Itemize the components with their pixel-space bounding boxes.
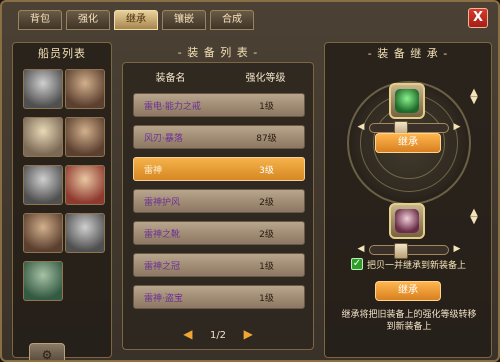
target-equip-slot[interactable]	[389, 203, 425, 239]
equipment-header: 装备名 强化等级	[123, 69, 313, 87]
equipment-col-name: 装备名	[155, 73, 186, 84]
equipment-name: 风刃·暴落	[144, 133, 183, 144]
inherit-panel: - 装 备 继 承 - ▲ ▼ ◀ ▶ 继承 ▲ ▼ ◀ ▶ ✓ 把贝一并继承到…	[324, 42, 492, 358]
crew-portrait[interactable]	[23, 69, 63, 109]
window: 背包 强化 继承 镶嵌 合成 X 船员列表 ⚙ - 装 备 列 表 - 装备名 …	[0, 0, 500, 362]
inherit-checkbox-row[interactable]: ✓ 把贝一并继承到新装备上	[351, 257, 466, 271]
down-arrow-icon[interactable]: ▼	[469, 216, 479, 226]
target-equip-icon	[395, 209, 419, 233]
equipment-name: 雷神	[144, 165, 163, 176]
equipment-panel: - 装 备 列 表 - 装备名 强化等级 雷电·能力之戒 1级 风刃·暴落 87…	[116, 42, 320, 358]
equipment-row[interactable]: 风刃·暴落 87级	[133, 125, 305, 149]
equipment-name: 雷神护风	[144, 197, 181, 208]
equipment-level: 1级	[259, 261, 274, 272]
crew-portrait[interactable]	[23, 117, 63, 157]
tabs: 背包 强化 继承 镶嵌 合成	[18, 10, 254, 30]
equipment-row[interactable]: 雷电·能力之戒 1级	[133, 93, 305, 117]
crew-portrait[interactable]	[23, 213, 63, 253]
equipment-row[interactable]: 雷神·盗宝 1级	[133, 285, 305, 309]
equipment-level: 2级	[259, 229, 274, 240]
crew-portrait[interactable]	[23, 261, 63, 301]
target-slider[interactable]: ◀ ▶	[358, 243, 460, 259]
prev-page-arrow-icon[interactable]: ◀	[181, 327, 195, 341]
equipment-level: 87级	[256, 133, 277, 144]
inherit-button-bottom[interactable]: 继承	[375, 281, 441, 301]
crew-portrait[interactable]	[65, 69, 105, 109]
tab-combine[interactable]: 合成	[210, 10, 254, 30]
left-arrow-icon[interactable]: ◀	[356, 244, 366, 256]
equipment-level: 1级	[259, 293, 274, 304]
down-arrow-icon[interactable]: ▼	[469, 96, 479, 106]
tab-inherit[interactable]: 继承	[114, 10, 158, 30]
tab-socket[interactable]: 镶嵌	[162, 10, 206, 30]
equipment-level: 2级	[259, 197, 274, 208]
source-equip-slot[interactable]	[389, 83, 425, 119]
source-equip-icon	[395, 89, 419, 113]
crew-portrait[interactable]	[65, 165, 105, 205]
equipment-name: 雷电·能力之戒	[144, 101, 201, 112]
equipment-title: - 装 备 列 表 -	[177, 46, 259, 59]
left-arrow-icon[interactable]: ◀	[356, 122, 366, 134]
equipment-level: 3级	[259, 165, 274, 176]
next-page-arrow-icon[interactable]: ▶	[241, 327, 255, 341]
equipment-row[interactable]: 雷神之冠 1级	[133, 253, 305, 277]
crew-portrait[interactable]	[65, 117, 105, 157]
equipment-name: 雷神之靴	[144, 229, 181, 240]
crew-title: 船员列表	[38, 47, 86, 60]
right-arrow-icon[interactable]: ▶	[452, 122, 462, 134]
equipment-name: 雷神·盗宝	[144, 293, 183, 304]
equipment-row[interactable]: 雷神护风 2级	[133, 189, 305, 213]
checkbox[interactable]: ✓	[351, 258, 363, 270]
equipment-col-level: 强化等级	[245, 73, 286, 84]
pager: ◀ 1/2 ▶	[123, 327, 313, 343]
close-button[interactable]: X	[468, 8, 488, 28]
equipment-row[interactable]: 雷神之靴 2级	[133, 221, 305, 245]
equipment-name: 雷神之冠	[144, 261, 181, 272]
source-slider[interactable]: ◀ ▶	[358, 121, 460, 137]
equipment-level: 1级	[259, 101, 274, 112]
target-spinner[interactable]: ▲ ▼	[469, 208, 479, 227]
equipment-list: 装备名 强化等级 雷电·能力之戒 1级 风刃·暴落 87级 雷神 3级 雷神护风…	[122, 62, 314, 350]
source-spinner[interactable]: ▲ ▼	[469, 88, 479, 107]
crew-portrait[interactable]	[23, 165, 63, 205]
crew-panel: 船员列表 ⚙	[12, 42, 112, 360]
tab-enhance[interactable]: 强化	[66, 10, 110, 30]
page-indicator: 1/2	[209, 330, 227, 341]
inherit-title: - 装 备 继 承 -	[367, 47, 449, 60]
right-arrow-icon[interactable]: ▶	[452, 244, 462, 256]
inherit-description: 继承将把旧装备上的强化等级转移到新装备上	[341, 310, 477, 332]
equipment-row-selected[interactable]: 雷神 3级	[133, 157, 305, 181]
inherit-button-top[interactable]: 继承	[375, 133, 441, 153]
crew-portrait[interactable]	[65, 213, 105, 253]
checkbox-label: 把贝一并继承到新装备上	[367, 260, 467, 271]
tab-bag[interactable]: 背包	[18, 10, 62, 30]
crew-extra-icon[interactable]: ⚙	[29, 343, 65, 360]
